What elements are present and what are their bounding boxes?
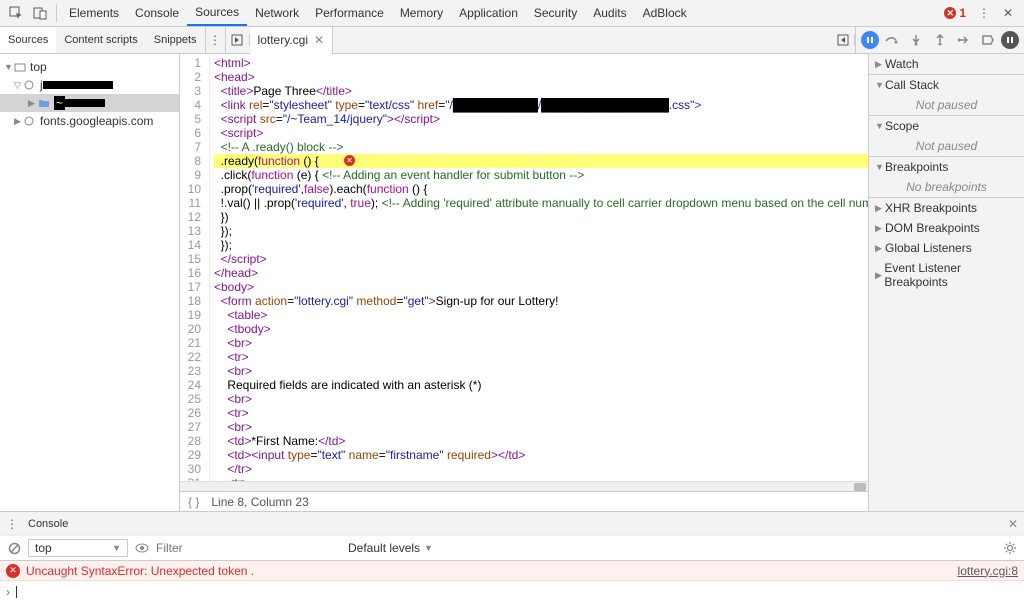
tab-security[interactable]: Security xyxy=(526,0,585,26)
callstack-empty: Not paused xyxy=(869,95,1024,115)
context-selector[interactable]: top▼ xyxy=(28,539,128,557)
more-icon[interactable]: ⋮ xyxy=(974,3,994,23)
divider xyxy=(56,4,57,22)
console-error-message[interactable]: ✕ Uncaught SyntaxError: Unexpected token… xyxy=(0,561,1024,581)
close-tab-icon[interactable]: ✕ xyxy=(314,33,324,47)
tab-network[interactable]: Network xyxy=(247,0,307,26)
editor-status-bar: { }Line 8, Column 23 xyxy=(180,491,868,511)
tab-adblock[interactable]: AdBlock xyxy=(635,0,695,26)
step-icon[interactable] xyxy=(953,29,975,51)
inspect-icon[interactable] xyxy=(6,3,26,23)
tree-item-origin[interactable]: ▽j xyxy=(0,76,179,94)
file-navigator: ▼top ▽j ▶~ ▶fonts.googleapis.com xyxy=(0,54,180,511)
tab-application[interactable]: Application xyxy=(451,0,526,26)
step-out-icon[interactable] xyxy=(929,29,951,51)
console-toolbar: top▼ Default levels▼ xyxy=(0,535,1024,561)
line-error-icon: ✕ xyxy=(344,155,355,166)
subtab-content-scripts[interactable]: Content scripts xyxy=(56,27,145,53)
horizontal-scrollbar[interactable] xyxy=(180,481,868,491)
breakpoints-empty: No breakpoints xyxy=(869,177,1024,197)
global-listeners-section[interactable]: ▶Global Listeners xyxy=(869,238,1024,258)
subtab-sources[interactable]: Sources xyxy=(0,27,56,53)
event-listener-breakpoints-section[interactable]: ▶Event Listener Breakpoints xyxy=(869,258,1024,292)
debugger-sidebar: ▶Watch ▼Call Stack Not paused ▼Scope Not… xyxy=(869,54,1024,511)
console-tab[interactable]: Console xyxy=(22,518,74,530)
step-into-icon[interactable] xyxy=(905,29,927,51)
tab-performance[interactable]: Performance xyxy=(307,0,392,26)
scope-empty: Not paused xyxy=(869,136,1024,156)
tab-elements[interactable]: Elements xyxy=(61,0,127,26)
error-count-badge[interactable]: ✕1 xyxy=(944,6,966,20)
tree-item-fonts[interactable]: ▶fonts.googleapis.com xyxy=(0,112,179,130)
pause-exceptions-icon[interactable] xyxy=(1001,31,1019,49)
error-source-link[interactable]: lottery.cgi:8 xyxy=(958,564,1018,578)
console-drawer-tab-bar: ⋮ Console ✕ xyxy=(0,511,1024,535)
tree-item-folder[interactable]: ▶~ xyxy=(0,94,179,112)
file-tab-lottery[interactable]: lottery.cgi✕ xyxy=(250,27,334,54)
code-editor: 1234567891011121314151617181920212223242… xyxy=(180,54,869,511)
tab-sources[interactable]: Sources xyxy=(187,0,247,26)
toggle-navigator-icon[interactable] xyxy=(226,34,250,46)
pause-icon[interactable] xyxy=(861,31,879,49)
tab-memory[interactable]: Memory xyxy=(392,0,451,26)
watch-section[interactable]: ▶Watch xyxy=(869,54,1024,74)
deactivate-breakpoints-icon[interactable] xyxy=(977,29,999,51)
code-lines[interactable]: <html><head> <title>Page Three</title> <… xyxy=(210,54,868,481)
step-over-icon[interactable] xyxy=(881,29,903,51)
tab-console[interactable]: Console xyxy=(127,0,187,26)
console-filter-input[interactable] xyxy=(152,539,342,557)
more-tabs-icon[interactable]: ⋮ xyxy=(206,27,226,53)
dom-breakpoints-section[interactable]: ▶DOM Breakpoints xyxy=(869,218,1024,238)
subtab-snippets[interactable]: Snippets xyxy=(146,27,205,53)
eye-icon[interactable] xyxy=(132,543,152,553)
sources-sub-tabs: SourcesContent scriptsSnippets ⋮ lottery… xyxy=(0,27,1024,54)
close-drawer-icon[interactable]: ✕ xyxy=(1008,517,1018,531)
close-devtools-icon[interactable]: ✕ xyxy=(998,3,1018,23)
devtools-main-tabs: ElementsConsoleSourcesNetworkPerformance… xyxy=(0,0,1024,27)
clear-console-icon[interactable] xyxy=(4,542,24,555)
tab-audits[interactable]: Audits xyxy=(585,0,634,26)
breakpoints-section[interactable]: ▼Breakpoints xyxy=(869,157,1024,177)
scope-section[interactable]: ▼Scope xyxy=(869,116,1024,136)
console-settings-icon[interactable] xyxy=(1000,541,1020,555)
console-prompt[interactable]: › xyxy=(0,581,1024,603)
tree-root-top[interactable]: ▼top xyxy=(0,58,179,76)
error-icon: ✕ xyxy=(6,564,20,578)
xhr-breakpoints-section[interactable]: ▶XHR Breakpoints xyxy=(869,198,1024,218)
console-more-icon[interactable]: ⋮ xyxy=(6,517,22,531)
more-file-icon[interactable] xyxy=(831,34,855,46)
log-levels-selector[interactable]: Default levels▼ xyxy=(342,541,439,555)
callstack-section[interactable]: ▼Call Stack xyxy=(869,75,1024,95)
device-toggle-icon[interactable] xyxy=(30,3,50,23)
